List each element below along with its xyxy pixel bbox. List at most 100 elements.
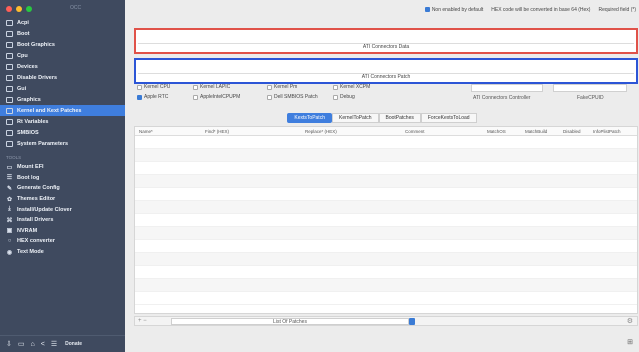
tool-nvram[interactable]: ▣ NVRAM <box>0 226 125 237</box>
tool-themes-editor[interactable]: ✿ Themes Editor <box>0 194 125 205</box>
table-row[interactable] <box>135 136 637 149</box>
resize-handle-icon[interactable]: ⊞ <box>627 338 633 346</box>
table-row[interactable] <box>135 253 637 266</box>
ati-connectors-controller-label: ATI Connectors Controller <box>473 95 531 101</box>
table-row[interactable] <box>135 240 637 253</box>
zoom-window-button[interactable] <box>26 6 32 12</box>
fake-cpuid-field[interactable] <box>553 84 627 92</box>
sidebar-item-system-parameters[interactable]: System Parameters <box>0 138 125 149</box>
close-window-button[interactable] <box>6 6 12 12</box>
tool-install-update-clover[interactable]: ⤓ Install/Update Clover <box>0 204 125 215</box>
section-icon <box>6 118 13 125</box>
tool-hex-converter[interactable]: ○ HEX converter <box>0 236 125 247</box>
tool-boot-log[interactable]: ☰ Boot log <box>0 173 125 184</box>
patch-tabs: KextsToPatch KernelToPatch BootPatches F… <box>125 113 639 123</box>
ati-connectors-data-field[interactable] <box>138 32 634 44</box>
sidebar-item-devices[interactable]: Devices <box>0 61 125 72</box>
puzzle-icon: ⌘ <box>6 217 13 224</box>
checkbox-label: AppleIntelCPUPM <box>200 94 241 100</box>
tool-text-mode[interactable]: ◉ Text Mode <box>0 247 125 258</box>
column-header-replace[interactable]: Replace* (HEX) <box>305 129 337 134</box>
checkbox[interactable] <box>137 94 142 100</box>
paypal-icon[interactable]: ☰ <box>51 340 57 348</box>
sidebar-item-disable-drivers[interactable]: Disable Drivers <box>0 72 125 83</box>
checkbox-label: Kernel Pm <box>274 84 298 90</box>
import-icon[interactable]: ⇩ <box>6 340 12 348</box>
checkbox[interactable] <box>333 84 338 90</box>
checkbox[interactable] <box>267 94 272 100</box>
checkbox-label: Dell SMBIOS Patch <box>274 94 318 100</box>
tool-generate-config[interactable]: ✎ Generate Config <box>0 183 125 194</box>
sidebar-item-boot[interactable]: Boot <box>0 28 125 39</box>
open-icon[interactable]: ▭ <box>18 340 25 348</box>
table-row[interactable] <box>135 162 637 175</box>
table-row[interactable] <box>135 227 637 240</box>
tab-boot-patches[interactable]: BootPatches <box>378 113 421 123</box>
table-row[interactable] <box>135 292 637 305</box>
table-row[interactable] <box>135 175 637 188</box>
tool-install-drivers[interactable]: ⌘ Install Drivers <box>0 215 125 226</box>
sidebar-item-label: Kernel and Kext Patches <box>17 107 82 114</box>
sidebar-item-cpu[interactable]: Cpu <box>0 50 125 61</box>
table-row[interactable] <box>135 214 637 227</box>
column-header-find[interactable]: Find* (HEX) <box>205 129 229 134</box>
sidebar-item-smbios[interactable]: SMBIOS <box>0 127 125 138</box>
tab-kernel-to-patch[interactable]: KernelToPatch <box>331 113 379 123</box>
kernel-cpu-checkbox[interactable]: Kernel CPU <box>137 84 170 90</box>
donate-button[interactable]: Donate <box>65 341 82 347</box>
sidebar-item-label: Cpu <box>17 52 28 59</box>
checkbox[interactable] <box>193 84 198 90</box>
section-icon <box>6 129 13 136</box>
kernel-lapic-checkbox[interactable]: Kernel LAPIC <box>193 84 230 90</box>
checkbox[interactable] <box>193 94 198 100</box>
apple-rtc-checkbox[interactable]: Apple RTC <box>137 94 168 100</box>
debug-checkbox[interactable]: Debug <box>333 94 355 100</box>
share-icon[interactable]: < <box>41 341 45 348</box>
apple-intel-cpu-pm-checkbox[interactable]: AppleIntelCPUPM <box>193 94 240 100</box>
column-header-infoplistpatch[interactable]: InfoPlistPatch <box>593 129 621 134</box>
checkbox[interactable] <box>333 94 338 100</box>
table-row[interactable] <box>135 201 637 214</box>
sidebar-item-label: Graphics <box>17 96 41 103</box>
ati-connectors-patch-field[interactable] <box>138 62 634 74</box>
sidebar-item-graphics[interactable]: Graphics <box>0 94 125 105</box>
tab-kexts-to-patch[interactable]: KextsToPatch <box>287 113 332 123</box>
ati-connectors-controller-field[interactable] <box>471 84 543 92</box>
sidebar-item-boot-graphics[interactable]: Boot Graphics <box>0 39 125 50</box>
drive-icon: ▭ <box>6 164 13 171</box>
list-of-patches-select[interactable]: List Of Patches <box>171 318 409 325</box>
patches-table[interactable]: Name* Find* (HEX) Replace* (HEX) Comment… <box>134 126 638 314</box>
sidebar-item-gui[interactable]: Gui <box>0 83 125 94</box>
column-header-disabled[interactable]: Disabled <box>563 129 581 134</box>
checkbox-label: Debug <box>340 94 355 100</box>
column-header-matchbuild[interactable]: MatchBuild <box>525 129 547 134</box>
kernel-pm-checkbox[interactable]: Kernel Pm <box>267 84 297 90</box>
table-row[interactable] <box>135 188 637 201</box>
kernel-xcpm-checkbox[interactable]: Kernel XCPM <box>333 84 370 90</box>
sidebar-item-acpi[interactable]: Acpi <box>0 17 125 28</box>
column-header-comment[interactable]: Comment <box>405 129 425 134</box>
table-row[interactable] <box>135 266 637 279</box>
home-icon[interactable]: ⌂ <box>31 341 35 348</box>
dell-smbios-patch-checkbox[interactable]: Dell SMBIOS Patch <box>267 94 318 100</box>
tab-force-kexts-to-load[interactable]: ForceKextsToLoad <box>420 113 477 123</box>
tool-label: Text Mode <box>17 249 44 256</box>
sidebar-item-label: Disable Drivers <box>17 74 58 81</box>
checkbox[interactable] <box>267 84 272 90</box>
minimize-window-button[interactable] <box>16 6 22 12</box>
app-title: OCC <box>70 5 82 11</box>
table-row[interactable] <box>135 279 637 292</box>
table-row[interactable] <box>135 149 637 162</box>
tool-mount-efi[interactable]: ▭ Mount EFI <box>0 162 125 173</box>
chevron-down-icon[interactable] <box>409 318 415 325</box>
sidebar-section-list: Acpi Boot Boot Graphics Cpu Devices Disa… <box>0 17 125 257</box>
gear-icon[interactable]: ⚙ <box>627 317 633 325</box>
checkbox-icon <box>424 7 430 13</box>
section-icon <box>6 30 13 37</box>
checkbox[interactable] <box>137 84 142 90</box>
column-header-name[interactable]: Name* <box>139 129 153 134</box>
sidebar-item-kernel-and-kext-patches[interactable]: Kernel and Kext Patches <box>0 105 125 116</box>
column-header-matchos[interactable]: MatchOS <box>487 129 506 134</box>
sidebar-item-rt-variables[interactable]: Rt Variables <box>0 116 125 127</box>
add-remove-row-buttons[interactable]: + − <box>138 318 147 324</box>
